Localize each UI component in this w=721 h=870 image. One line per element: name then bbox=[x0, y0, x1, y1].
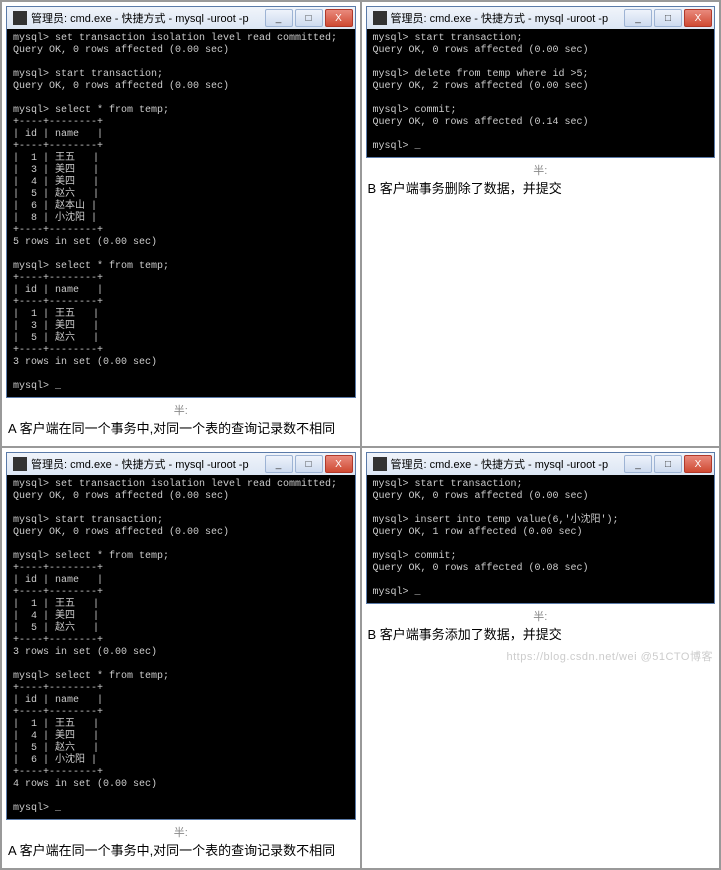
terminal-output[interactable]: mysql> start transaction; Query OK, 0 ro… bbox=[367, 29, 715, 157]
maximize-button[interactable]: □ bbox=[295, 9, 323, 27]
titlebar[interactable]: 管理员: cmd.exe - 快捷方式 - mysql -uroot -p _ … bbox=[7, 453, 355, 475]
titlebar[interactable]: 管理员: cmd.exe - 快捷方式 - mysql -uroot -p _ … bbox=[367, 453, 715, 475]
maximize-button[interactable]: □ bbox=[295, 455, 323, 473]
terminal-window-a2: 管理员: cmd.exe - 快捷方式 - mysql -uroot -p _ … bbox=[6, 452, 356, 820]
ime-indicator: 半: bbox=[366, 162, 716, 178]
cmd-icon bbox=[373, 11, 387, 25]
terminal-window-b1: 管理员: cmd.exe - 快捷方式 - mysql -uroot -p _ … bbox=[366, 6, 716, 158]
minimize-button[interactable]: _ bbox=[265, 9, 293, 27]
window-controls: _ □ X bbox=[622, 455, 712, 473]
window-title: 管理员: cmd.exe - 快捷方式 - mysql -uroot -p bbox=[31, 456, 259, 472]
titlebar[interactable]: 管理员: cmd.exe - 快捷方式 - mysql -uroot -p _ … bbox=[367, 7, 715, 29]
comparison-grid: 管理员: cmd.exe - 快捷方式 - mysql -uroot -p _ … bbox=[0, 0, 721, 870]
close-button[interactable]: X bbox=[684, 455, 712, 473]
close-button[interactable]: X bbox=[325, 9, 353, 27]
cell-b1: 管理员: cmd.exe - 快捷方式 - mysql -uroot -p _ … bbox=[361, 1, 721, 447]
terminal-window-b2: 管理员: cmd.exe - 快捷方式 - mysql -uroot -p _ … bbox=[366, 452, 716, 604]
caption-b1: B 客户端事务删除了数据，并提交 bbox=[366, 178, 716, 202]
close-button[interactable]: X bbox=[325, 455, 353, 473]
terminal-output[interactable]: mysql> set transaction isolation level r… bbox=[7, 29, 355, 397]
minimize-button[interactable]: _ bbox=[624, 9, 652, 27]
terminal-output[interactable]: mysql> start transaction; Query OK, 0 ro… bbox=[367, 475, 715, 603]
titlebar[interactable]: 管理员: cmd.exe - 快捷方式 - mysql -uroot -p _ … bbox=[7, 7, 355, 29]
terminal-window-a1: 管理员: cmd.exe - 快捷方式 - mysql -uroot -p _ … bbox=[6, 6, 356, 398]
window-title: 管理员: cmd.exe - 快捷方式 - mysql -uroot -p bbox=[391, 456, 619, 472]
window-controls: _ □ X bbox=[263, 455, 353, 473]
window-controls: _ □ X bbox=[622, 9, 712, 27]
caption-b2: B 客户端事务添加了数据，并提交 bbox=[366, 624, 716, 648]
caption-a1: A 客户端在同一个事务中,对同一个表的查询记录数不相同 bbox=[6, 418, 356, 442]
caption-a2: A 客户端在同一个事务中,对同一个表的查询记录数不相同 bbox=[6, 840, 356, 864]
window-title: 管理员: cmd.exe - 快捷方式 - mysql -uroot -p bbox=[391, 10, 619, 26]
window-controls: _ □ X bbox=[263, 9, 353, 27]
ime-indicator: 半: bbox=[366, 608, 716, 624]
cell-a2: 管理员: cmd.exe - 快捷方式 - mysql -uroot -p _ … bbox=[1, 447, 361, 869]
maximize-button[interactable]: □ bbox=[654, 455, 682, 473]
cell-b2: 管理员: cmd.exe - 快捷方式 - mysql -uroot -p _ … bbox=[361, 447, 721, 869]
ime-indicator: 半: bbox=[6, 402, 356, 418]
cmd-icon bbox=[13, 11, 27, 25]
ime-indicator: 半: bbox=[6, 824, 356, 840]
cell-a1: 管理员: cmd.exe - 快捷方式 - mysql -uroot -p _ … bbox=[1, 1, 361, 447]
terminal-output[interactable]: mysql> set transaction isolation level r… bbox=[7, 475, 355, 819]
minimize-button[interactable]: _ bbox=[624, 455, 652, 473]
minimize-button[interactable]: _ bbox=[265, 455, 293, 473]
window-title: 管理员: cmd.exe - 快捷方式 - mysql -uroot -p bbox=[31, 10, 259, 26]
maximize-button[interactable]: □ bbox=[654, 9, 682, 27]
cmd-icon bbox=[373, 457, 387, 471]
cmd-icon bbox=[13, 457, 27, 471]
close-button[interactable]: X bbox=[684, 9, 712, 27]
